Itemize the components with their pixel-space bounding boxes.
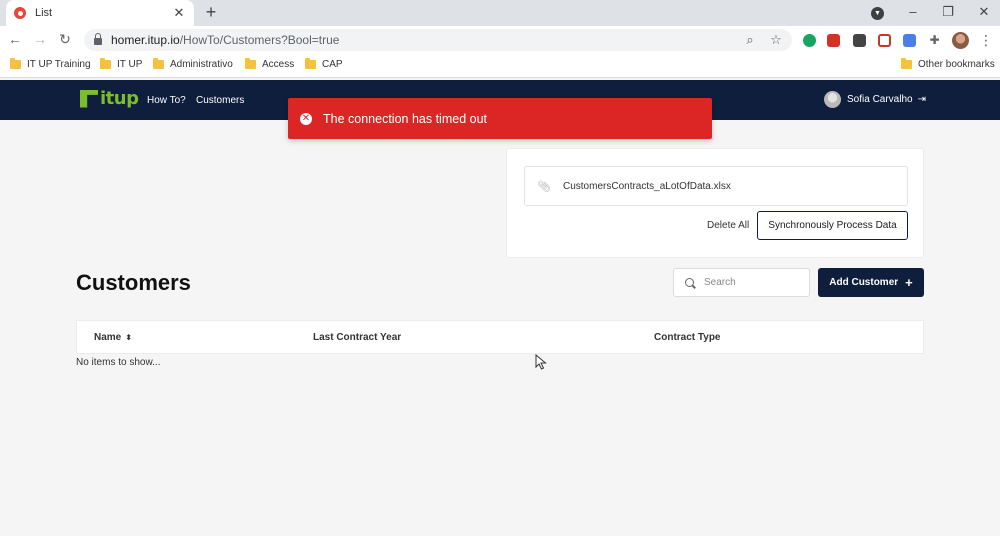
folder-icon — [10, 58, 21, 69]
add-customer-button[interactable]: Add Customer + — [818, 268, 924, 297]
folder-icon — [100, 58, 111, 69]
url-host: homer.itup.io — [111, 33, 180, 47]
url-text[interactable]: homer.itup.io/HowTo/Customers?Bool=true — [111, 33, 740, 47]
url-path: /HowTo/Customers?Bool=true — [179, 33, 340, 47]
favicon-icon — [14, 7, 26, 19]
back-icon[interactable]: ← — [7, 31, 23, 47]
close-tab-icon[interactable]: ✕ — [172, 5, 186, 21]
bookmark-item[interactable]: IT UP — [100, 58, 143, 70]
search-input[interactable] — [704, 277, 804, 288]
table-header: Name ⬍ Last Contract Year Contract Type — [76, 320, 924, 354]
column-header-name[interactable]: Name ⬍ — [94, 332, 132, 343]
grammarly-extension-icon[interactable] — [803, 34, 816, 47]
bookmarks-bar: IT UP Training IT UP Administrativo Acce… — [0, 54, 1000, 78]
column-header-last-contract-year[interactable]: Last Contract Year — [313, 332, 401, 343]
error-toast: ✕ The connection has timed out — [288, 98, 712, 139]
tab-search-icon[interactable]: ▼ — [871, 7, 884, 20]
uploaded-file[interactable]: 📎︎ CustomersContracts_aLotOfData.xlsx — [524, 166, 908, 206]
calendar-extension-icon[interactable] — [878, 34, 891, 47]
new-tab-button[interactable]: + — [203, 3, 219, 21]
translate-extension-icon[interactable] — [903, 34, 916, 47]
tab-title: List — [35, 7, 53, 19]
puzzle-extensions-icon[interactable]: ✚ — [928, 34, 941, 47]
nav-link-how-to[interactable]: How To? — [147, 95, 186, 106]
logo-mark-icon — [80, 89, 98, 108]
delete-all-link[interactable]: Delete All — [707, 220, 749, 231]
profile-avatar[interactable] — [952, 32, 969, 49]
bookmark-item[interactable]: IT UP Training — [10, 58, 91, 70]
bookmark-label: CAP — [322, 59, 343, 70]
lock-icon[interactable] — [94, 33, 102, 45]
add-customer-label: Add Customer — [829, 277, 899, 288]
bookmark-label: IT UP Training — [27, 59, 91, 70]
bookmark-item[interactable]: Access — [245, 58, 295, 70]
synchronously-process-data-button[interactable]: Synchronously Process Data — [757, 211, 908, 240]
nav-link-customers[interactable]: Customers — [196, 95, 244, 106]
search-icon — [685, 278, 694, 287]
browser-menu-icon[interactable]: ⋮ — [979, 32, 993, 49]
reload-icon[interactable]: ↻ — [57, 31, 73, 47]
user-avatar — [824, 91, 841, 108]
column-label: Contract Type — [654, 332, 721, 343]
user-name: Sofia Carvalho — [847, 94, 913, 105]
pdf-extension-icon[interactable] — [827, 34, 840, 47]
error-x-icon[interactable]: ✕ — [300, 112, 312, 125]
logout-icon[interactable]: ⇥ — [918, 94, 926, 105]
address-bar[interactable]: homer.itup.io/HowTo/Customers?Bool=true … — [84, 29, 792, 51]
sort-icon[interactable]: ⬍ — [125, 333, 132, 342]
minimize-icon[interactable]: – — [904, 4, 922, 19]
other-bookmarks-label: Other bookmarks — [918, 59, 995, 70]
folder-icon — [245, 58, 256, 69]
folder-icon — [305, 58, 316, 69]
bookmark-item[interactable]: CAP — [305, 58, 343, 70]
close-window-icon[interactable]: ✕ — [975, 4, 993, 20]
zoom-icon[interactable]: ⌕ — [740, 32, 760, 48]
toast-message: The connection has timed out — [323, 111, 487, 126]
folder-icon — [901, 58, 912, 69]
empty-table-message: No items to show... — [76, 357, 161, 368]
other-bookmarks[interactable]: Other bookmarks — [901, 58, 995, 70]
bookmark-star-icon[interactable]: ☆ — [766, 32, 786, 48]
itup-logo[interactable]: itup — [80, 88, 139, 109]
bookmark-label: Administrativo — [170, 59, 233, 70]
restore-icon[interactable]: ❐ — [939, 4, 957, 20]
forward-icon[interactable]: → — [32, 31, 48, 47]
browser-toolbar: ← → ↻ homer.itup.io/HowTo/Customers?Bool… — [0, 26, 1000, 54]
folder-icon — [153, 58, 164, 69]
column-header-contract-type[interactable]: Contract Type — [654, 332, 721, 343]
user-menu[interactable]: Sofia Carvalho ⇥ — [824, 91, 926, 108]
browser-tab-strip: List ✕ + ▼ – ❐ ✕ — [0, 0, 1000, 26]
bookmark-label: IT UP — [117, 59, 143, 70]
browser-tab[interactable]: List ✕ — [6, 0, 194, 26]
logo-text: itup — [100, 88, 139, 109]
column-label: Name — [94, 332, 122, 343]
paperclip-icon: 📎︎ — [537, 180, 551, 193]
page-title: Customers — [76, 270, 191, 295]
search-field[interactable] — [673, 268, 810, 297]
upload-panel: 📎︎ CustomersContracts_aLotOfData.xlsx De… — [506, 148, 924, 258]
plus-icon: + — [905, 274, 913, 290]
bookmark-label: Access — [262, 59, 295, 70]
bookmark-item[interactable]: Administrativo — [153, 58, 233, 70]
extension-icon[interactable] — [853, 34, 866, 47]
column-label: Last Contract Year — [313, 332, 402, 343]
file-name: CustomersContracts_aLotOfData.xlsx — [563, 180, 731, 192]
